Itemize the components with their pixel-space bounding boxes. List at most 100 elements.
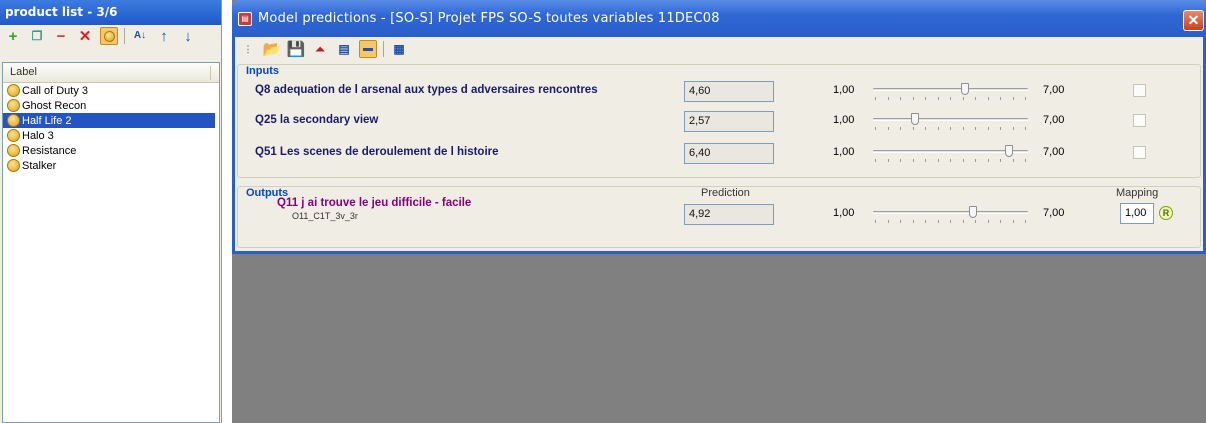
slider-tick: [912, 127, 914, 130]
input-slider[interactable]: [873, 112, 1028, 132]
slider-tick: [912, 159, 914, 162]
lock-icon: [7, 129, 20, 142]
input-slider[interactable]: [873, 144, 1028, 164]
slider-tick: [1012, 220, 1014, 223]
list-item[interactable]: Halo 3: [3, 128, 219, 143]
model-predictions-window: ▤ Model predictions - [SO-S] Projet FPS …: [232, 0, 1206, 423]
list-item[interactable]: Half Life 2: [3, 113, 215, 128]
slider-tick: [1000, 159, 1001, 162]
lock-icon: [7, 159, 20, 172]
input-checkbox[interactable]: [1133, 146, 1146, 159]
slider-tick: [875, 97, 876, 100]
input-value-field[interactable]: 4,60: [684, 81, 774, 102]
output-min-label: 1,00: [833, 207, 855, 219]
slider-tick: [900, 159, 901, 162]
slider-tick: [875, 159, 876, 162]
slider-tick: [937, 159, 939, 162]
slider-tick: [937, 220, 939, 223]
slider-tick: [987, 220, 989, 223]
delete-icon[interactable]: ✕: [76, 27, 94, 45]
prediction-value-field[interactable]: 4,92: [684, 204, 774, 225]
list-item-label: Ghost Recon: [22, 99, 87, 112]
slider-thumb[interactable]: [969, 206, 978, 218]
slider-tick: [950, 97, 951, 100]
list-item[interactable]: Stalker: [3, 158, 219, 173]
slider-tick: [1025, 220, 1026, 223]
save-icon[interactable]: 💾: [287, 40, 306, 58]
slider-tick: [962, 220, 964, 223]
copy-icon[interactable]: ❐: [28, 27, 46, 45]
input-max-label: 7,00: [1043, 146, 1065, 158]
list-item-label: Resistance: [22, 144, 77, 157]
predictions-content: Inputs Q8 adequation de l arsenal aux ty…: [232, 61, 1206, 254]
inputs-group: Inputs Q8 adequation de l arsenal aux ty…: [237, 64, 1201, 178]
input-row: Q25 la secondary view 2,57 1,00 7,00: [238, 110, 1200, 132]
slider-tick: [900, 220, 901, 223]
slider-thumb[interactable]: [911, 113, 920, 125]
slider-tick: [925, 159, 926, 162]
input-slider[interactable]: [873, 82, 1028, 102]
input-checkbox[interactable]: [1133, 114, 1146, 127]
list-item[interactable]: Resistance: [3, 143, 219, 158]
input-label: Q51 Les scenes de deroulement de l histo…: [255, 146, 499, 158]
product-list-panel: product list - 3/6 + ❐ − ✕ A↓ ↑ ↓ Label …: [0, 0, 222, 423]
input-min-label: 1,00: [833, 114, 855, 126]
slider-tick: [975, 159, 976, 162]
slider-tick: [950, 159, 951, 162]
output-row: 4,92 1,00 7,00: [238, 203, 1200, 225]
window-title-bar[interactable]: ▤ Model predictions - [SO-S] Projet FPS …: [232, 0, 1206, 37]
slider-tick: [1012, 127, 1014, 130]
product-list-toolbar: + ❐ − ✕ A↓ ↑ ↓: [0, 25, 221, 47]
input-value-field[interactable]: 6,40: [684, 143, 774, 164]
slider-thumb[interactable]: [1005, 145, 1014, 157]
slider-tick: [925, 97, 926, 100]
input-value-field[interactable]: 2,57: [684, 111, 774, 132]
slider-tick: [900, 127, 901, 130]
toolbar-separator: [124, 28, 125, 44]
output-slider[interactable]: [873, 205, 1028, 225]
list-item[interactable]: Ghost Recon: [3, 98, 219, 113]
slider-tick: [987, 97, 989, 100]
slider-tick: [900, 97, 901, 100]
move-up-icon[interactable]: ↑: [155, 27, 173, 45]
mapping-field[interactable]: 1,00: [1120, 203, 1154, 224]
sort-icon[interactable]: A↓: [131, 27, 149, 45]
mapping-header: Mapping: [1116, 187, 1159, 199]
open-icon[interactable]: 📂: [263, 40, 282, 58]
slider-ticks: [875, 220, 1026, 223]
slider-tick: [912, 220, 914, 223]
prediction-header: Prediction: [701, 187, 750, 199]
list-column-header[interactable]: Label: [3, 63, 219, 83]
toolbar-grip-icon: ⋮: [243, 43, 253, 54]
input-checkbox[interactable]: [1133, 84, 1146, 97]
lock-icon[interactable]: [100, 27, 118, 45]
slider-thumb[interactable]: [961, 83, 970, 95]
move-down-icon[interactable]: ↓: [179, 27, 197, 45]
slider-ticks: [875, 97, 1026, 100]
mapping-r-icon[interactable]: R: [1159, 206, 1173, 220]
inputs-group-label: Inputs: [246, 65, 279, 77]
slider-tick: [925, 127, 926, 130]
minus-icon[interactable]: −: [52, 27, 70, 45]
slider-tick: [887, 97, 889, 100]
list-item[interactable]: Call of Duty 3: [3, 83, 219, 98]
slider-tick: [937, 127, 939, 130]
slider-track: [873, 88, 1028, 91]
slider-ticks: [875, 159, 1026, 162]
product-list: Label Call of Duty 3 Ghost Recon Half Life…: [2, 62, 220, 423]
grid-icon[interactable]: ▦: [390, 40, 408, 58]
list-item-label: Halo 3: [22, 129, 54, 142]
document-icon[interactable]: ▤: [335, 40, 353, 58]
app-icon: ▤: [238, 11, 252, 26]
list-item-label: Stalker: [22, 159, 57, 172]
slider-tick: [875, 127, 876, 130]
close-button[interactable]: ✕: [1183, 10, 1204, 31]
chart-icon[interactable]: ⏶: [311, 40, 329, 58]
slider-tick: [887, 127, 889, 130]
input-label: Q25 la secondary view: [255, 114, 379, 126]
highlight-icon[interactable]: ▬: [359, 40, 377, 58]
slider-tick: [1025, 159, 1026, 162]
add-icon[interactable]: +: [4, 27, 22, 45]
window-title: Model predictions - [SO-S] Projet FPS SO…: [258, 11, 720, 26]
slider-tick: [975, 127, 976, 130]
